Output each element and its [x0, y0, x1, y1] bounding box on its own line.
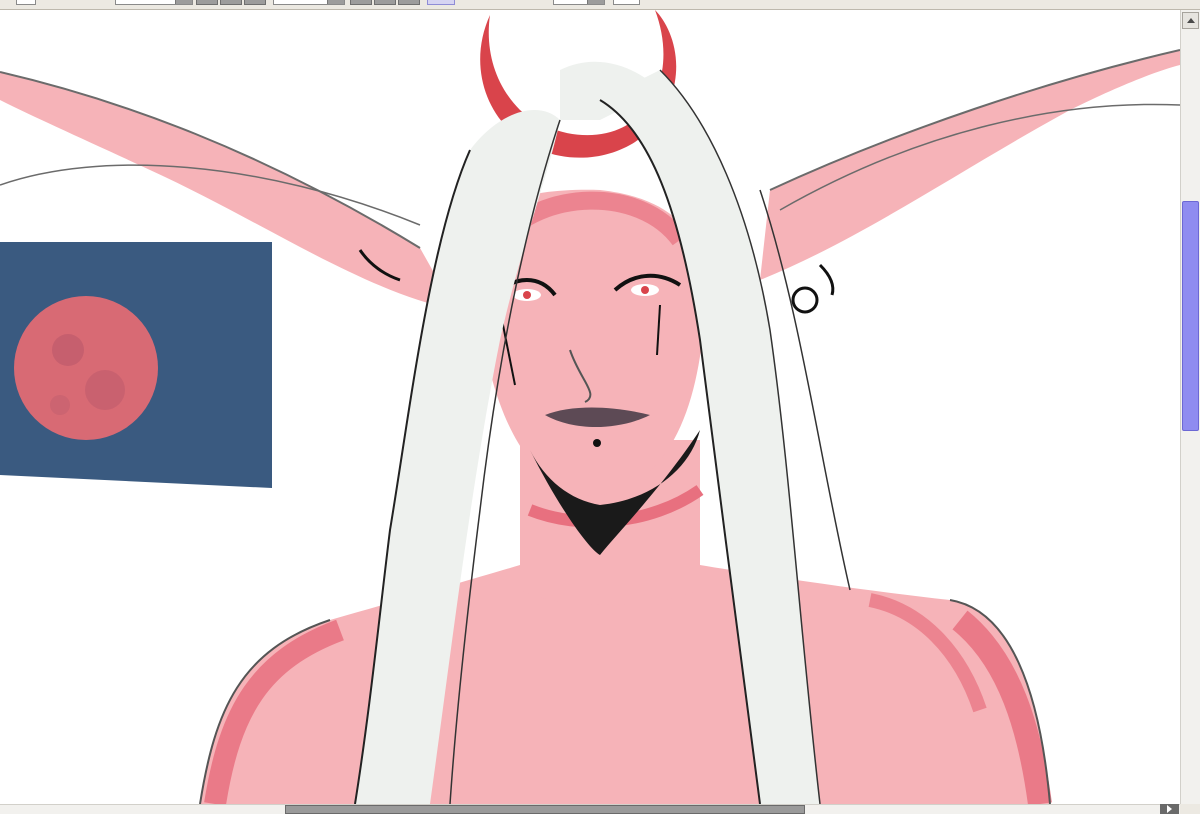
scrollbar-corner: [1160, 804, 1200, 814]
arrow-right-icon: [1167, 805, 1172, 813]
toolbar-checkbox[interactable]: [16, 0, 36, 5]
moon-reference-photo[interactable]: [0, 242, 272, 488]
toolbar-button-3[interactable]: [244, 0, 266, 5]
horizontal-scroll-thumb[interactable]: [285, 805, 805, 814]
zoom-dropdown[interactable]: [553, 0, 605, 5]
toolbar: [0, 0, 1200, 10]
moon-image: [14, 296, 158, 440]
selected-tool-button[interactable]: [427, 0, 455, 5]
vertical-scrollbar[interactable]: [1180, 10, 1200, 804]
toolbar-button-6[interactable]: [398, 0, 420, 5]
vertical-scroll-thumb[interactable]: [1182, 201, 1199, 431]
toolbar-button-2[interactable]: [220, 0, 242, 5]
density-dropdown[interactable]: [273, 0, 345, 5]
brush-size-dropdown[interactable]: [115, 0, 193, 5]
chevron-down-icon: [175, 0, 192, 4]
arrow-up-icon: [1187, 18, 1195, 23]
drawing-canvas[interactable]: [0, 10, 1180, 804]
chevron-down-icon: [587, 0, 604, 4]
scroll-up-button[interactable]: [1182, 12, 1199, 29]
canvas-artwork: [0, 10, 1180, 804]
toolbar-button-7[interactable]: [613, 0, 640, 5]
toolbar-button-5[interactable]: [374, 0, 396, 5]
scroll-right-button[interactable]: [1160, 804, 1179, 814]
toolbar-button-1[interactable]: [196, 0, 218, 5]
chevron-down-icon: [327, 0, 344, 4]
right-ear: [760, 49, 1180, 314]
toolbar-button-4[interactable]: [350, 0, 372, 5]
horizontal-scrollbar[interactable]: [0, 804, 1180, 814]
